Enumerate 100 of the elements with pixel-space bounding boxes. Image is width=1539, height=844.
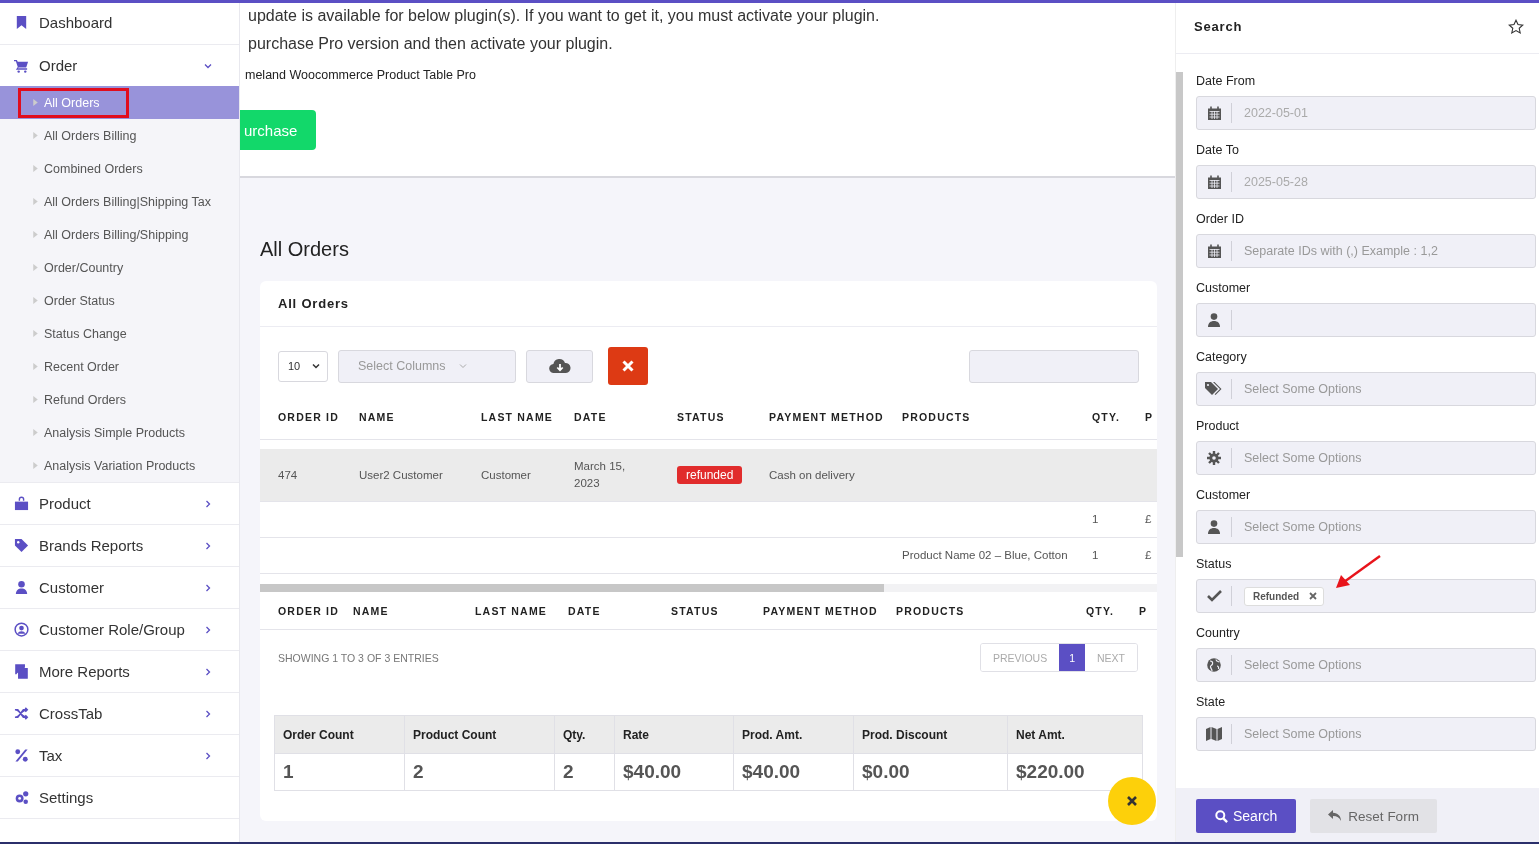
table-row[interactable]: Product Name 02 – Blue, Cotton 1 £ (260, 538, 1157, 574)
sidebar-item[interactable]: Customer (0, 567, 239, 608)
gears-icon (14, 790, 29, 805)
caret-icon (33, 296, 38, 305)
scrollbar[interactable] (1176, 72, 1183, 557)
filter-chip[interactable]: Refunded (1244, 586, 1325, 606)
summary-value: $40.00 (623, 761, 682, 783)
page-title: All Orders (260, 238, 350, 261)
table-cell-text: User2 Customer (359, 467, 443, 483)
calendar-icon (1206, 243, 1222, 259)
caret-icon (33, 230, 38, 239)
caret-icon (33, 131, 38, 140)
submenu-item[interactable]: Order Status (19, 286, 143, 315)
close-icon (1126, 795, 1138, 807)
column-header: PAYMENT METHOD (763, 604, 878, 617)
caret-icon (33, 329, 38, 338)
field-label: State (1196, 695, 1227, 709)
sidebar-item[interactable]: Customer Role/Group (0, 609, 239, 650)
column-header: PAYMENT METHOD (769, 411, 884, 423)
table-search-field[interactable] (969, 349, 1139, 383)
sidebar-item[interactable]: More Reports (0, 651, 239, 692)
panel-title: Search (1194, 19, 1243, 34)
column-header: LAST NAME (475, 604, 548, 617)
card-title: All Orders (278, 296, 349, 311)
field-label: Category (1196, 350, 1248, 364)
user-icon (1208, 520, 1220, 534)
field-label: Order ID (1196, 212, 1245, 226)
table-row[interactable]: 1 £ (260, 502, 1157, 538)
summary-value: $40.00 (742, 761, 801, 783)
status-badge: refunded (677, 465, 743, 484)
field-placeholder: Select Some Options (1244, 727, 1362, 741)
submenu-item[interactable]: All Orders Billing|Shipping Tax (19, 187, 239, 216)
bookmark-icon (14, 14, 29, 30)
summary-header: Prod. Discount (862, 727, 948, 742)
submenu-item[interactable]: Order/Country (19, 253, 152, 282)
table-cell-text: £ (1145, 548, 1152, 563)
submenu-item[interactable]: Combined Orders (19, 154, 171, 183)
submenu-item[interactable]: Analysis Simple Products (19, 418, 214, 447)
table-row[interactable]: 474 User2 Customer Customer March 15, 2023 refunded Cash on delivery (260, 449, 1157, 502)
sidebar-item[interactable]: Tax (0, 735, 239, 776)
submenu-item[interactable]: Analysis Variation Products (19, 451, 224, 480)
sidebar-item[interactable]: Product (0, 483, 239, 524)
page-button[interactable]: 1 (1059, 644, 1085, 671)
sidebar-item[interactable]: Order (0, 45, 239, 86)
reset-button[interactable]: Reset Form (1310, 799, 1437, 833)
close-icon (621, 359, 635, 373)
field-label: Date To (1196, 143, 1240, 157)
page-size-select[interactable]: 10 (278, 350, 328, 382)
map-icon (1206, 727, 1222, 741)
globe-icon (1207, 658, 1221, 672)
download-button[interactable] (526, 349, 593, 383)
submenu-item[interactable]: Recent Order (19, 352, 148, 381)
table-cell-text: £ (1145, 512, 1152, 527)
scrollbar-thumb[interactable] (260, 584, 884, 592)
caret-icon (33, 98, 38, 107)
user-circle-icon (14, 622, 29, 637)
sidebar-item[interactable]: Settings (0, 777, 239, 818)
field-label: Customer (1196, 281, 1252, 295)
column-header: NAME (353, 604, 389, 617)
column-header: ORDER ID (278, 604, 339, 617)
chevron-right-icon (203, 666, 213, 677)
copy-icon (14, 664, 29, 679)
submenu-item[interactable]: Status Change (19, 319, 155, 348)
remove-icon[interactable] (1309, 592, 1318, 600)
search-field[interactable] (1196, 303, 1536, 337)
chevron-right-icon (203, 582, 213, 593)
field-label: Product (1196, 419, 1241, 433)
chevron-right-icon (203, 540, 213, 551)
chevron-right-icon (203, 624, 213, 635)
sidebar-item[interactable]: Brands Reports (0, 525, 239, 566)
summary-header: Product Count (413, 727, 497, 742)
field-label: Country (1196, 626, 1241, 640)
table-cell-text: Product Name 02 – Blue, Cotton (902, 548, 1068, 563)
check-icon (1206, 590, 1222, 602)
column-header: DATE (568, 604, 601, 617)
submenu-item[interactable]: All Orders Billing/Shipping (19, 220, 217, 249)
table-cell-text: Cash on delivery (769, 467, 855, 483)
summary-header: Qty. (563, 727, 586, 742)
cart-icon (14, 58, 29, 73)
sidebar-item[interactable]: Dashboard (0, 0, 239, 44)
column-header: PRODUCTS (902, 411, 971, 423)
chevron-right-icon (203, 750, 213, 761)
clear-button[interactable] (608, 347, 648, 385)
settings-icon (1207, 451, 1221, 465)
search-field[interactable]: Refunded (1196, 579, 1536, 613)
star-icon[interactable] (1508, 18, 1524, 35)
user-icon (1208, 313, 1220, 327)
sidebar-item[interactable]: CrossTab (0, 693, 239, 734)
chevron-right-icon (203, 708, 213, 719)
search-button[interactable]: Search (1196, 799, 1297, 833)
column-header: LAST NAME (481, 411, 554, 423)
column-header: NAME (359, 411, 395, 423)
submenu-item[interactable]: Refund Orders (19, 385, 154, 414)
field-label: Date From (1196, 74, 1257, 88)
summary-header: Order Count (283, 727, 354, 742)
submenu-item[interactable]: All Orders Billing (19, 121, 165, 150)
column-header: STATUS (671, 604, 719, 617)
field-placeholder: Select Some Options (1244, 658, 1362, 672)
field-placeholder: Select Some Options (1244, 382, 1362, 396)
column-header: STATUS (677, 411, 725, 423)
